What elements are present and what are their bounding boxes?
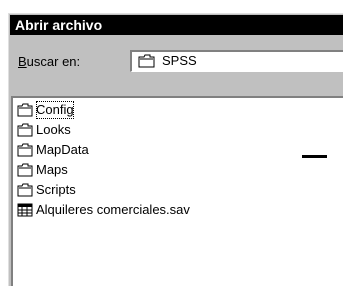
look-in-dropdown[interactable]: SPSS — [130, 50, 343, 72]
dialog-title: Abrir archivo — [10, 15, 343, 35]
folder-icon — [17, 183, 33, 197]
list-item-label: MapData — [36, 142, 89, 157]
folder-icon — [17, 123, 33, 137]
look-in-label: Buscar en: — [18, 54, 80, 69]
spss-data-file-icon — [17, 203, 33, 217]
look-in-label-rest: uscar en: — [26, 54, 81, 69]
list-item-label: Scripts — [36, 182, 76, 197]
folder-icon — [17, 163, 33, 177]
list-item-label: Alquileres comerciales.sav — [36, 202, 190, 217]
look-in-mnemonic: B — [18, 54, 27, 69]
list-item-label: Looks — [36, 122, 71, 137]
list-item-label: Maps — [36, 162, 68, 177]
file-list[interactable]: Config Looks MapData Maps Scripts Alquil… — [11, 96, 343, 286]
text-cursor — [302, 155, 327, 158]
look-in-value: SPSS — [162, 53, 197, 68]
folder-icon — [17, 103, 33, 117]
folder-icon — [138, 54, 156, 68]
open-file-dialog: Abrir archivo Buscar en: SPSS Config Loo… — [8, 13, 343, 286]
list-item-label: Config — [35, 100, 75, 120]
folder-icon — [17, 143, 33, 157]
